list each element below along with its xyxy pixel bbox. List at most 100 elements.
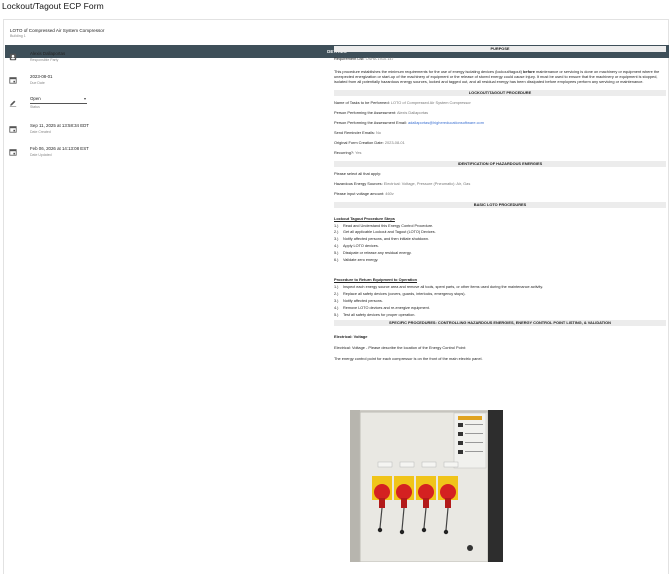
assessor-email-link[interactable]: adallaportas@highereducationsoftware.com (408, 120, 484, 125)
procedure-step: 1.) Read and Understand this Energy Contr… (334, 223, 666, 230)
energy-control-point-photo (350, 410, 503, 562)
step-number: 1.) (334, 223, 339, 228)
procedure-step: 4.) Apply LOTO devices. (334, 243, 666, 250)
step-text: Validate zero energy. (343, 257, 379, 262)
due-date-value: 2023-08-01 (30, 74, 53, 79)
status-label: Status (30, 105, 40, 109)
procedure-step: 3.) Notify affected persons. (334, 298, 666, 305)
procedure-step: 4.) Remove LOTO devices and re-energize e… (334, 305, 666, 312)
step-number: 6.) (334, 257, 339, 262)
status-select[interactable]: Open ▾ (30, 96, 87, 104)
step-text: Test all safety devices for proper opera… (343, 312, 416, 317)
requirement-list-value: OSHA 1910.147 (365, 56, 394, 61)
date-created-value: Sep 11, 2025 at 13:58:34 EDT (30, 123, 89, 128)
requirement-list-label: Requirement List: (334, 56, 365, 61)
procedure-steps-title: Lockout Tagout Procedure Steps (334, 215, 395, 221)
step-text: Apply LOTO devices. (343, 244, 379, 249)
responsible-party-field: Alexis Dallaportas Responsible Party (8, 50, 128, 71)
status-field: Open ▾ Status (8, 96, 128, 120)
details-left-column: Alexis Dallaportas Responsible Party 202… (8, 50, 128, 168)
due-date-label: Due Date (30, 80, 45, 85)
step-number: 5.) (334, 312, 339, 317)
step-text: Replace all safety devices (covers, guar… (343, 292, 466, 297)
hazard-header: IDENTIFICATION OF HAZARDOUS ENERGIES (334, 160, 666, 167)
date-updated-value: Feb 06, 2026 at 14:13:08 EST (30, 146, 89, 151)
person-badge-icon (9, 53, 17, 61)
step-number: 3.) (334, 299, 339, 304)
basic-loto-header: BASIC LOTO PROCEDURES (334, 201, 666, 208)
step-text: Remove LOTO devices and re-energize equi… (343, 305, 430, 310)
due-date-field: 2023-08-01 Due Date (8, 73, 128, 94)
procedure-steps-list: 1.) Read and Understand this Energy Contr… (334, 223, 666, 264)
step-text: Notify affected persons. (343, 299, 383, 304)
loto-rows: Name of Tasks to be Performed: LOTO of C… (334, 99, 666, 156)
procedure-step: 5.) Test all safety devices for proper op… (334, 312, 666, 319)
return-procedure-title: Procedure to Return Equipment to Operati… (334, 277, 418, 283)
voltage-label: Please input voltage amount: (334, 190, 385, 196)
date-updated-field: Feb 06, 2026 at 14:13:08 EST Date Update… (8, 145, 128, 166)
loto-row-value: LOTO of Compressed Air System Compressor (390, 99, 471, 105)
date-created-field: Sep 11, 2025 at 13:58:34 EDT Date Create… (8, 122, 128, 143)
hazard-sources-label: Hazardous Energy Sources: (334, 180, 383, 186)
chevron-down-icon: ▾ (83, 95, 86, 101)
date-created-label: Date Created (30, 129, 51, 134)
voltage-row: Please input voltage amount: 460v (334, 190, 666, 197)
loto-row-value: 2023-08-01 (384, 139, 405, 145)
responsible-party-label: Responsible Party (30, 57, 59, 62)
loto-row: Recurring?: Yes (334, 149, 666, 156)
date-updated-label: Date Updated (30, 152, 52, 157)
loto-row-label: Person Performing the Assessment Email: (334, 119, 407, 125)
step-number: 5.) (334, 250, 339, 255)
page-title: Lockout/Tagout ECP Form (2, 1, 104, 11)
control-point-question: Electrical: Voltage - Please describe th… (334, 345, 466, 351)
loto-row-value: No (375, 129, 381, 135)
hazard-sources-row: Hazardous Energy Sources: Electrical: Vo… (334, 180, 666, 187)
procedure-step: 1.) Inspect each energy source area and r… (334, 284, 666, 291)
loto-row-label: Recurring?: (334, 149, 355, 155)
loto-row: Name of Tasks to be Performed: LOTO of C… (334, 99, 666, 106)
requirement-list-row: Requirement List: OSHA 1910.147 (334, 56, 666, 62)
purpose-header: PURPOSE (334, 46, 666, 52)
step-number: 2.) (334, 292, 339, 297)
loto-procedure-header: LOCKOUT/TAGOUT PROCEDURE (334, 89, 666, 96)
specific-procedures-header: SPECIFIC PROCEDURES: CONTROLLING HAZARDO… (334, 320, 666, 327)
purpose-text: This procedure establishes the minimum r… (334, 69, 666, 84)
step-number: 1.) (334, 285, 339, 290)
loto-row-value: Yes (355, 149, 362, 155)
form-subtitle: Building 1 (10, 34, 26, 38)
return-steps-list: 1.) Inspect each energy source area and r… (334, 284, 666, 318)
control-point-answer: The energy control point for each compre… (334, 356, 483, 362)
status-select-value: Open (30, 96, 41, 101)
electrical-voltage-subtitle: Electrical: Voltage (334, 334, 368, 340)
calendar-icon (9, 77, 17, 84)
loto-row: Original Form Creation Date: 2023-08-01 (334, 139, 666, 146)
loto-row-label: Person Performing the Assessment: (334, 109, 397, 115)
loto-row-label: Name of Tasks to be Performed: (334, 99, 390, 105)
step-number: 4.) (334, 305, 339, 310)
responsible-party-value: Alexis Dallaportas (30, 51, 66, 56)
hazard-sources-value: Electrical: Voltage, Pressure (Pneumatic… (383, 180, 471, 186)
form-title: LOTO of Compressed Air System Compressor (10, 28, 105, 33)
electrical-panel-image (350, 410, 503, 562)
loto-row: Send Reminder Emails: No (334, 129, 666, 136)
calendar-icon (9, 126, 17, 133)
loto-row-label: Original Form Creation Date: (334, 139, 384, 145)
loto-row: Person Performing the Assessment: Alexis… (334, 109, 666, 116)
details-right-column: PURPOSE Requirement List: OSHA 1910.147 … (334, 46, 666, 367)
step-text: Dissipate or release any residual energy… (343, 250, 412, 255)
loto-row: Person Performing the Assessment Email: … (334, 119, 666, 126)
status-edit-icon (9, 100, 17, 107)
voltage-value: 460v (385, 190, 394, 196)
step-text: Notify affected persons, and then initia… (343, 237, 430, 242)
form-header: LOTO of Compressed Air System Compressor… (10, 28, 104, 38)
select-all-note: Please select all that apply: (334, 170, 382, 176)
step-number: 3.) (334, 237, 339, 242)
procedure-step: 6.) Validate zero energy. (334, 257, 666, 264)
procedure-step: 2.) Get all applicable Lockout and Tagout… (334, 229, 666, 236)
procedure-step: 3.) Notify affected persons, and then ini… (334, 236, 666, 243)
procedure-step: 2.) Replace all safety devices (covers, g… (334, 291, 666, 298)
step-number: 2.) (334, 230, 339, 235)
step-text: Get all applicable Lockout and Tagout (L… (343, 230, 436, 235)
step-text: Inspect each energy source area and remo… (343, 285, 544, 290)
loto-row-label: Send Reminder Emails: (334, 129, 375, 135)
